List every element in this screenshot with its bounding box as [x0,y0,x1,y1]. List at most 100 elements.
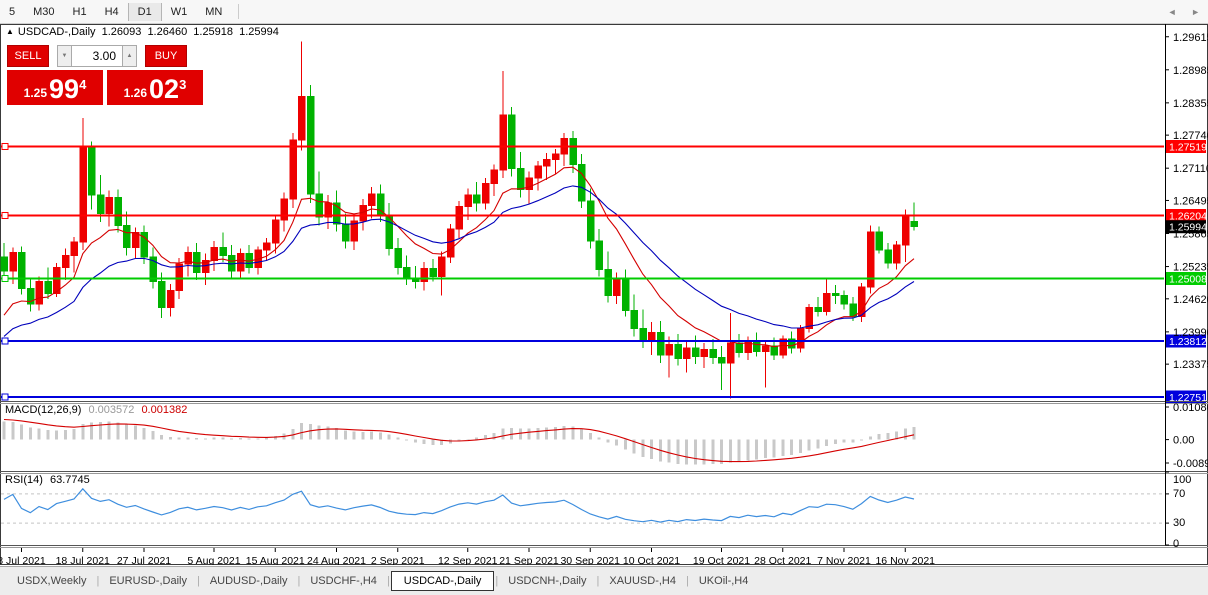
macd-bar [133,425,137,440]
macd-bar [825,439,828,446]
buy-price-panel[interactable]: 1.26 02 3 [107,70,203,105]
chart-tab-usdcnh-daily[interactable]: USDCNH-,Daily [499,572,595,590]
macd-bar [90,422,93,440]
macd-bar [326,426,330,440]
macd-bar [55,430,58,440]
timeframe-button-w1[interactable]: W1 [162,3,197,21]
candle-body [910,221,918,228]
macd-bar [343,430,347,440]
timeframe-buttons: 5 M30 H1 H4 D1 W1 MN [0,2,231,21]
price-axis-label: 1.27740 [1173,130,1208,142]
candle-body [639,328,647,342]
candle-body [814,307,822,312]
macd-bar [781,439,785,456]
candle-body [403,266,411,279]
sell-price-panel[interactable]: 1.25 99 4 [7,70,103,105]
macd-bar [737,439,741,462]
macd-bar [868,436,872,440]
volume-input[interactable]: 3.00 [72,45,122,67]
macd-bar [151,431,155,440]
date-axis-label: 12 Sep 2021 [438,555,498,565]
macd-bar [720,439,723,465]
rsi-axis-label: 30 [1173,517,1185,529]
hline-anchor[interactable] [1,212,9,220]
timeframe-button-mn[interactable]: MN [196,3,231,21]
chart-tab-eurusd-daily[interactable]: EURUSD-,Daily [100,572,196,590]
macd-bar [650,439,653,459]
candle-body [831,293,840,297]
macd-bar [580,429,583,440]
candle-body [691,347,700,358]
candle-body [166,289,175,309]
candle-body [184,252,192,265]
macd-axis-label: -0.008974 [1173,458,1208,470]
hline-anchor[interactable] [1,274,9,282]
macd-bar [877,434,881,440]
macd-axis-label: 0.00 [1173,435,1194,447]
macd-bar [842,439,846,443]
candle-body [473,194,481,204]
chart-tab-usdx-weekly[interactable]: USDX,Weekly [8,572,95,590]
macd-bar [405,439,408,441]
chart-tab-usdcad-daily[interactable]: USDCAD-,Daily [390,571,495,591]
macd-bar [763,439,767,459]
macd-bar [553,427,557,440]
macd-bar [833,439,837,444]
buy-price-pip: 3 [179,77,187,92]
macd-bar [203,438,207,440]
candle-body [726,342,735,364]
timeframe-button-m30[interactable]: M30 [24,3,63,21]
candle-body [840,295,848,305]
price-axis-label: 1.24620 [1173,294,1208,306]
chart-symbol-title: USDCAD-,Daily [17,26,96,38]
candle-body [508,114,516,170]
candle-body [219,246,227,256]
macd-bar [2,421,6,440]
chart-tab-xauusd-h4[interactable]: XAUUSD-,H4 [600,572,685,590]
sell-button[interactable]: SELL [7,45,49,67]
buy-price-big: 02 [149,74,180,104]
rsi-axis-label: 0 [1173,538,1179,550]
tab-separator: | [596,575,600,587]
chart-tab-usdchf-h4[interactable]: USDCHF-,H4 [301,572,386,590]
date-axis-label: 21 Sep 2021 [499,555,559,565]
candle-body [70,241,78,256]
timeframe-button-d1[interactable]: D1 [127,2,162,21]
buy-button[interactable]: BUY [145,45,187,67]
rsi-axis-label: 70 [1173,488,1185,500]
candle-body [105,197,113,214]
chart-canvas[interactable]: 1.275191.262041.250081.238121.227511.259… [0,24,1208,565]
ohlc-high: 1.26460 [147,26,188,38]
chart-tab-audusd-daily[interactable]: AUDUSD-,Daily [201,572,297,590]
volume-decrease-icon[interactable]: ▼ [57,45,72,67]
chart-tab-ukoil-h4[interactable]: UKOil-,H4 [690,572,758,590]
hline-anchor[interactable] [1,337,9,345]
hline-anchor[interactable] [1,393,9,401]
tab-scroll-right-icon[interactable]: ► [1191,7,1200,17]
price-axis-label: 1.28985 [1173,65,1208,77]
timeframe-button-h1[interactable]: H1 [64,3,96,21]
tab-separator: | [386,575,390,587]
sell-price-prefix: 1.25 [23,86,48,100]
toolbar-divider [238,4,240,19]
volume-increase-icon[interactable]: ▲ [122,45,137,67]
macd-bar [168,437,172,440]
candle-body [578,164,586,202]
tab-scroll-left-icon[interactable]: ◄ [1168,7,1177,17]
candle-body [551,153,560,160]
hline-anchor[interactable] [1,143,9,151]
ohlc-open: 1.26093 [101,26,142,38]
candle-body [236,253,245,272]
date-axis-label: 28 Oct 2021 [754,555,811,565]
timeframe-button-5[interactable]: 5 [0,3,24,21]
candle-body [0,256,8,272]
candle-body [341,223,350,242]
timeframe-button-h4[interactable]: H4 [96,3,128,21]
collapse-trade-panel-icon[interactable]: ▲ [6,27,14,36]
hline-price-badge-label: 1.27519 [1169,142,1207,154]
macd-bar [361,431,365,440]
macd-bar [221,437,225,440]
macd-bar [352,431,356,440]
macd-axis-label: 0.010869 [1173,402,1208,414]
candle-body [455,205,463,230]
